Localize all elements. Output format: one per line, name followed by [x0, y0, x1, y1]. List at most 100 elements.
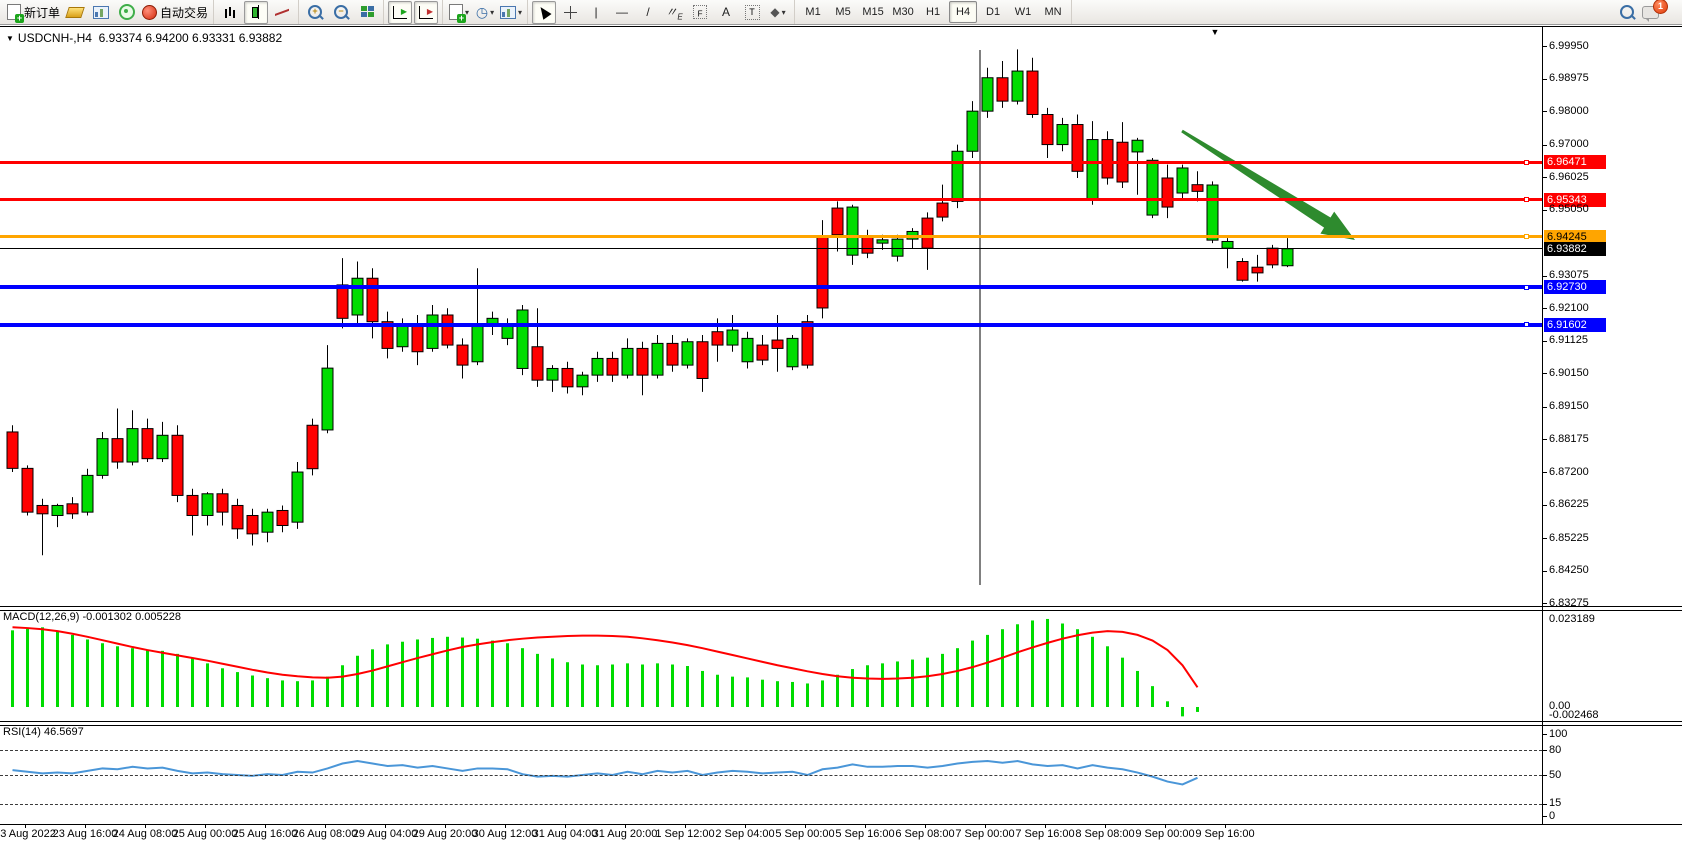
candle[interactable]	[82, 469, 93, 516]
level-line-handle[interactable]	[1524, 197, 1529, 202]
candle[interactable]	[832, 201, 843, 251]
candle[interactable]	[172, 425, 183, 502]
macd-histogram-bar	[11, 630, 14, 707]
level-line-handle[interactable]	[1524, 234, 1529, 239]
candle[interactable]	[1147, 158, 1158, 218]
time-axis-label: 8 Sep 08:00	[1075, 828, 1134, 840]
candle[interactable]	[1102, 131, 1113, 184]
candle[interactable]	[217, 489, 228, 526]
level-line[interactable]	[0, 161, 1542, 164]
candle[interactable]	[142, 419, 153, 462]
candle[interactable]	[1177, 165, 1188, 198]
candle[interactable]	[382, 312, 393, 359]
candle[interactable]	[337, 258, 348, 328]
candle[interactable]	[742, 332, 753, 369]
level-line[interactable]	[0, 235, 1542, 238]
candle[interactable]	[67, 497, 78, 519]
candle[interactable]	[202, 492, 213, 525]
candle[interactable]	[1012, 49, 1023, 104]
price-tick	[1542, 472, 1547, 473]
candle[interactable]	[1162, 165, 1173, 218]
candle[interactable]	[967, 101, 978, 158]
candle[interactable]	[562, 362, 573, 394]
chart-canvas[interactable]	[0, 0, 1682, 843]
candle[interactable]	[937, 185, 948, 222]
candle[interactable]	[592, 352, 603, 382]
candle[interactable]	[682, 338, 693, 368]
candle[interactable]	[127, 410, 138, 465]
candle[interactable]	[787, 335, 798, 370]
candle[interactable]	[37, 499, 48, 555]
macd-histogram-bar	[761, 680, 764, 707]
candle[interactable]	[862, 230, 873, 258]
candle[interactable]	[727, 315, 738, 352]
candle[interactable]	[262, 509, 273, 542]
candle[interactable]	[1252, 255, 1263, 282]
level-line[interactable]	[0, 285, 1542, 289]
candle[interactable]	[367, 268, 378, 338]
candle[interactable]	[427, 305, 438, 352]
candle[interactable]	[1237, 258, 1248, 281]
candle[interactable]	[157, 422, 168, 462]
macd-histogram-bar	[656, 663, 659, 707]
candle[interactable]	[1042, 108, 1053, 158]
macd-histogram-bar	[281, 680, 284, 707]
candle[interactable]	[292, 462, 303, 529]
macd-histogram-bar	[1031, 620, 1034, 707]
candle[interactable]	[907, 228, 918, 248]
level-price-badge: 6.92730	[1544, 280, 1606, 294]
candle[interactable]	[1117, 122, 1128, 188]
candle[interactable]	[22, 465, 33, 515]
candle[interactable]	[1057, 118, 1068, 151]
candle[interactable]	[442, 308, 453, 348]
candle[interactable]	[52, 504, 63, 527]
candle[interactable]	[112, 409, 123, 469]
candle[interactable]	[757, 335, 768, 365]
candle[interactable]	[697, 335, 708, 392]
candle[interactable]	[1207, 181, 1218, 243]
candle[interactable]	[187, 489, 198, 536]
macd-histogram-bar	[236, 672, 239, 707]
candle[interactable]	[607, 352, 618, 382]
level-line-handle[interactable]	[1524, 322, 1529, 327]
level-line-handle[interactable]	[1524, 285, 1529, 290]
candle[interactable]	[547, 365, 558, 392]
candle[interactable]	[667, 335, 678, 372]
level-line[interactable]	[0, 323, 1542, 327]
candle[interactable]	[997, 61, 1008, 108]
candle[interactable]	[1192, 171, 1203, 201]
candle[interactable]	[457, 338, 468, 378]
candle[interactable]	[1222, 238, 1233, 268]
candle[interactable]	[1072, 115, 1083, 178]
candle[interactable]	[622, 338, 633, 378]
candle[interactable]	[577, 372, 588, 395]
candle[interactable]	[1132, 138, 1143, 195]
candle[interactable]	[982, 68, 993, 118]
level-line-handle[interactable]	[1524, 160, 1529, 165]
candle[interactable]	[922, 212, 933, 269]
time-tick	[745, 824, 746, 828]
candle[interactable]	[97, 432, 108, 479]
current-price-line[interactable]	[0, 248, 1542, 249]
candle[interactable]	[652, 335, 663, 378]
candle[interactable]	[472, 268, 483, 365]
candle[interactable]	[1027, 58, 1038, 118]
candle[interactable]	[307, 419, 318, 476]
level-line[interactable]	[0, 198, 1542, 201]
macd-histogram-bar	[341, 665, 344, 707]
candle[interactable]	[322, 345, 333, 433]
chart-shift-marker-icon[interactable]: ▼	[1211, 27, 1220, 37]
time-axis-label: 9 Sep 16:00	[1195, 828, 1254, 840]
candle[interactable]	[637, 342, 648, 395]
candle[interactable]	[232, 499, 243, 539]
candle[interactable]	[517, 305, 528, 375]
candle[interactable]	[1282, 238, 1293, 267]
candle[interactable]	[7, 425, 18, 472]
macd-histogram-bar	[191, 658, 194, 707]
candle[interactable]	[532, 308, 543, 387]
price-tick	[1542, 79, 1547, 80]
candle[interactable]	[247, 509, 258, 546]
candle[interactable]	[277, 505, 288, 532]
time-tick	[1105, 824, 1106, 828]
candle[interactable]	[352, 262, 363, 325]
